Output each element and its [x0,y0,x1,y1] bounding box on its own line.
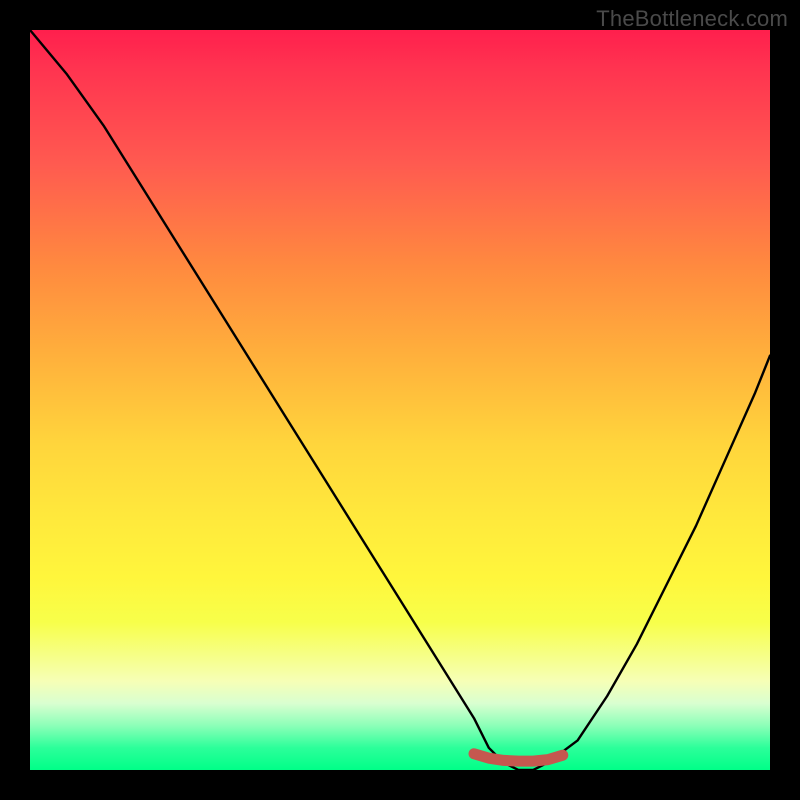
bottleneck-curve [30,30,770,770]
plot-area [30,30,770,770]
watermark-text: TheBottleneck.com [596,6,788,32]
chart-frame: TheBottleneck.com [0,0,800,800]
optimal-zone-marker [474,754,563,761]
chart-svg [30,30,770,770]
